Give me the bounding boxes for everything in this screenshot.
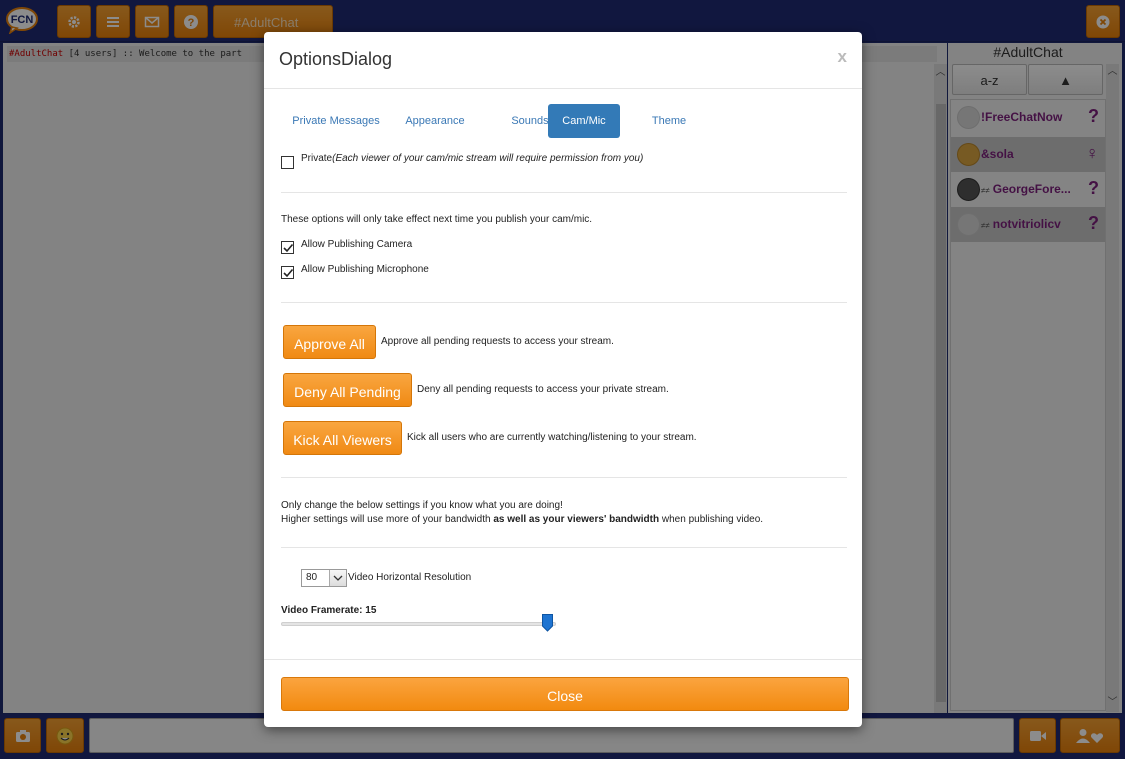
tab-cam-mic[interactable]: Cam/Mic [548,104,620,138]
allow-mic-checkbox[interactable] [281,266,294,279]
resolution-select[interactable]: 80 [301,569,347,587]
checkmark-icon [283,268,294,278]
approve-all-button[interactable]: Approve All [283,325,376,359]
approve-all-desc: Approve all pending requests to access y… [381,336,614,347]
resolution-label: Video Horizontal Resolution [348,572,472,583]
allow-mic-label: Allow Publishing Microphone [301,264,429,275]
checkmark-icon [283,243,294,253]
dialog-header: OptionsDialog x [264,32,862,89]
deny-all-desc: Deny all pending requests to access your… [417,384,669,395]
framerate-slider[interactable] [281,622,556,626]
divider [281,547,847,548]
tab-theme[interactable]: Theme [639,104,699,138]
divider [281,477,847,478]
framerate-label: Video Framerate: 15 [281,605,377,616]
options-dialog: OptionsDialog x Private Messages Appeara… [264,32,862,727]
dialog-title: OptionsDialog [279,49,393,69]
publish-note: These options will only take effect next… [281,214,593,225]
dialog-footer-divider [264,659,862,660]
divider [281,192,847,193]
dialog-close-x[interactable]: x [838,47,847,67]
deny-all-button[interactable]: Deny All Pending [283,373,412,407]
allow-camera-checkbox[interactable] [281,241,294,254]
private-checkbox[interactable] [281,156,294,169]
kick-all-button[interactable]: Kick All Viewers [283,421,402,455]
private-label: Private(Each viewer of your cam/mic stre… [301,153,644,164]
kick-all-desc: Kick all users who are currently watchin… [407,432,697,443]
warning-line-1: Only change the below settings if you kn… [281,500,563,511]
close-button[interactable]: Close [281,677,849,711]
chevron-down-icon[interactable] [329,570,346,586]
tab-private-messages[interactable]: Private Messages [281,104,391,138]
tab-appearance[interactable]: Appearance [400,104,470,138]
framerate-slider-handle[interactable] [542,614,553,632]
warning-line-2: Higher settings will use more of your ba… [281,514,764,525]
divider [281,302,847,303]
allow-camera-label: Allow Publishing Camera [301,239,413,250]
